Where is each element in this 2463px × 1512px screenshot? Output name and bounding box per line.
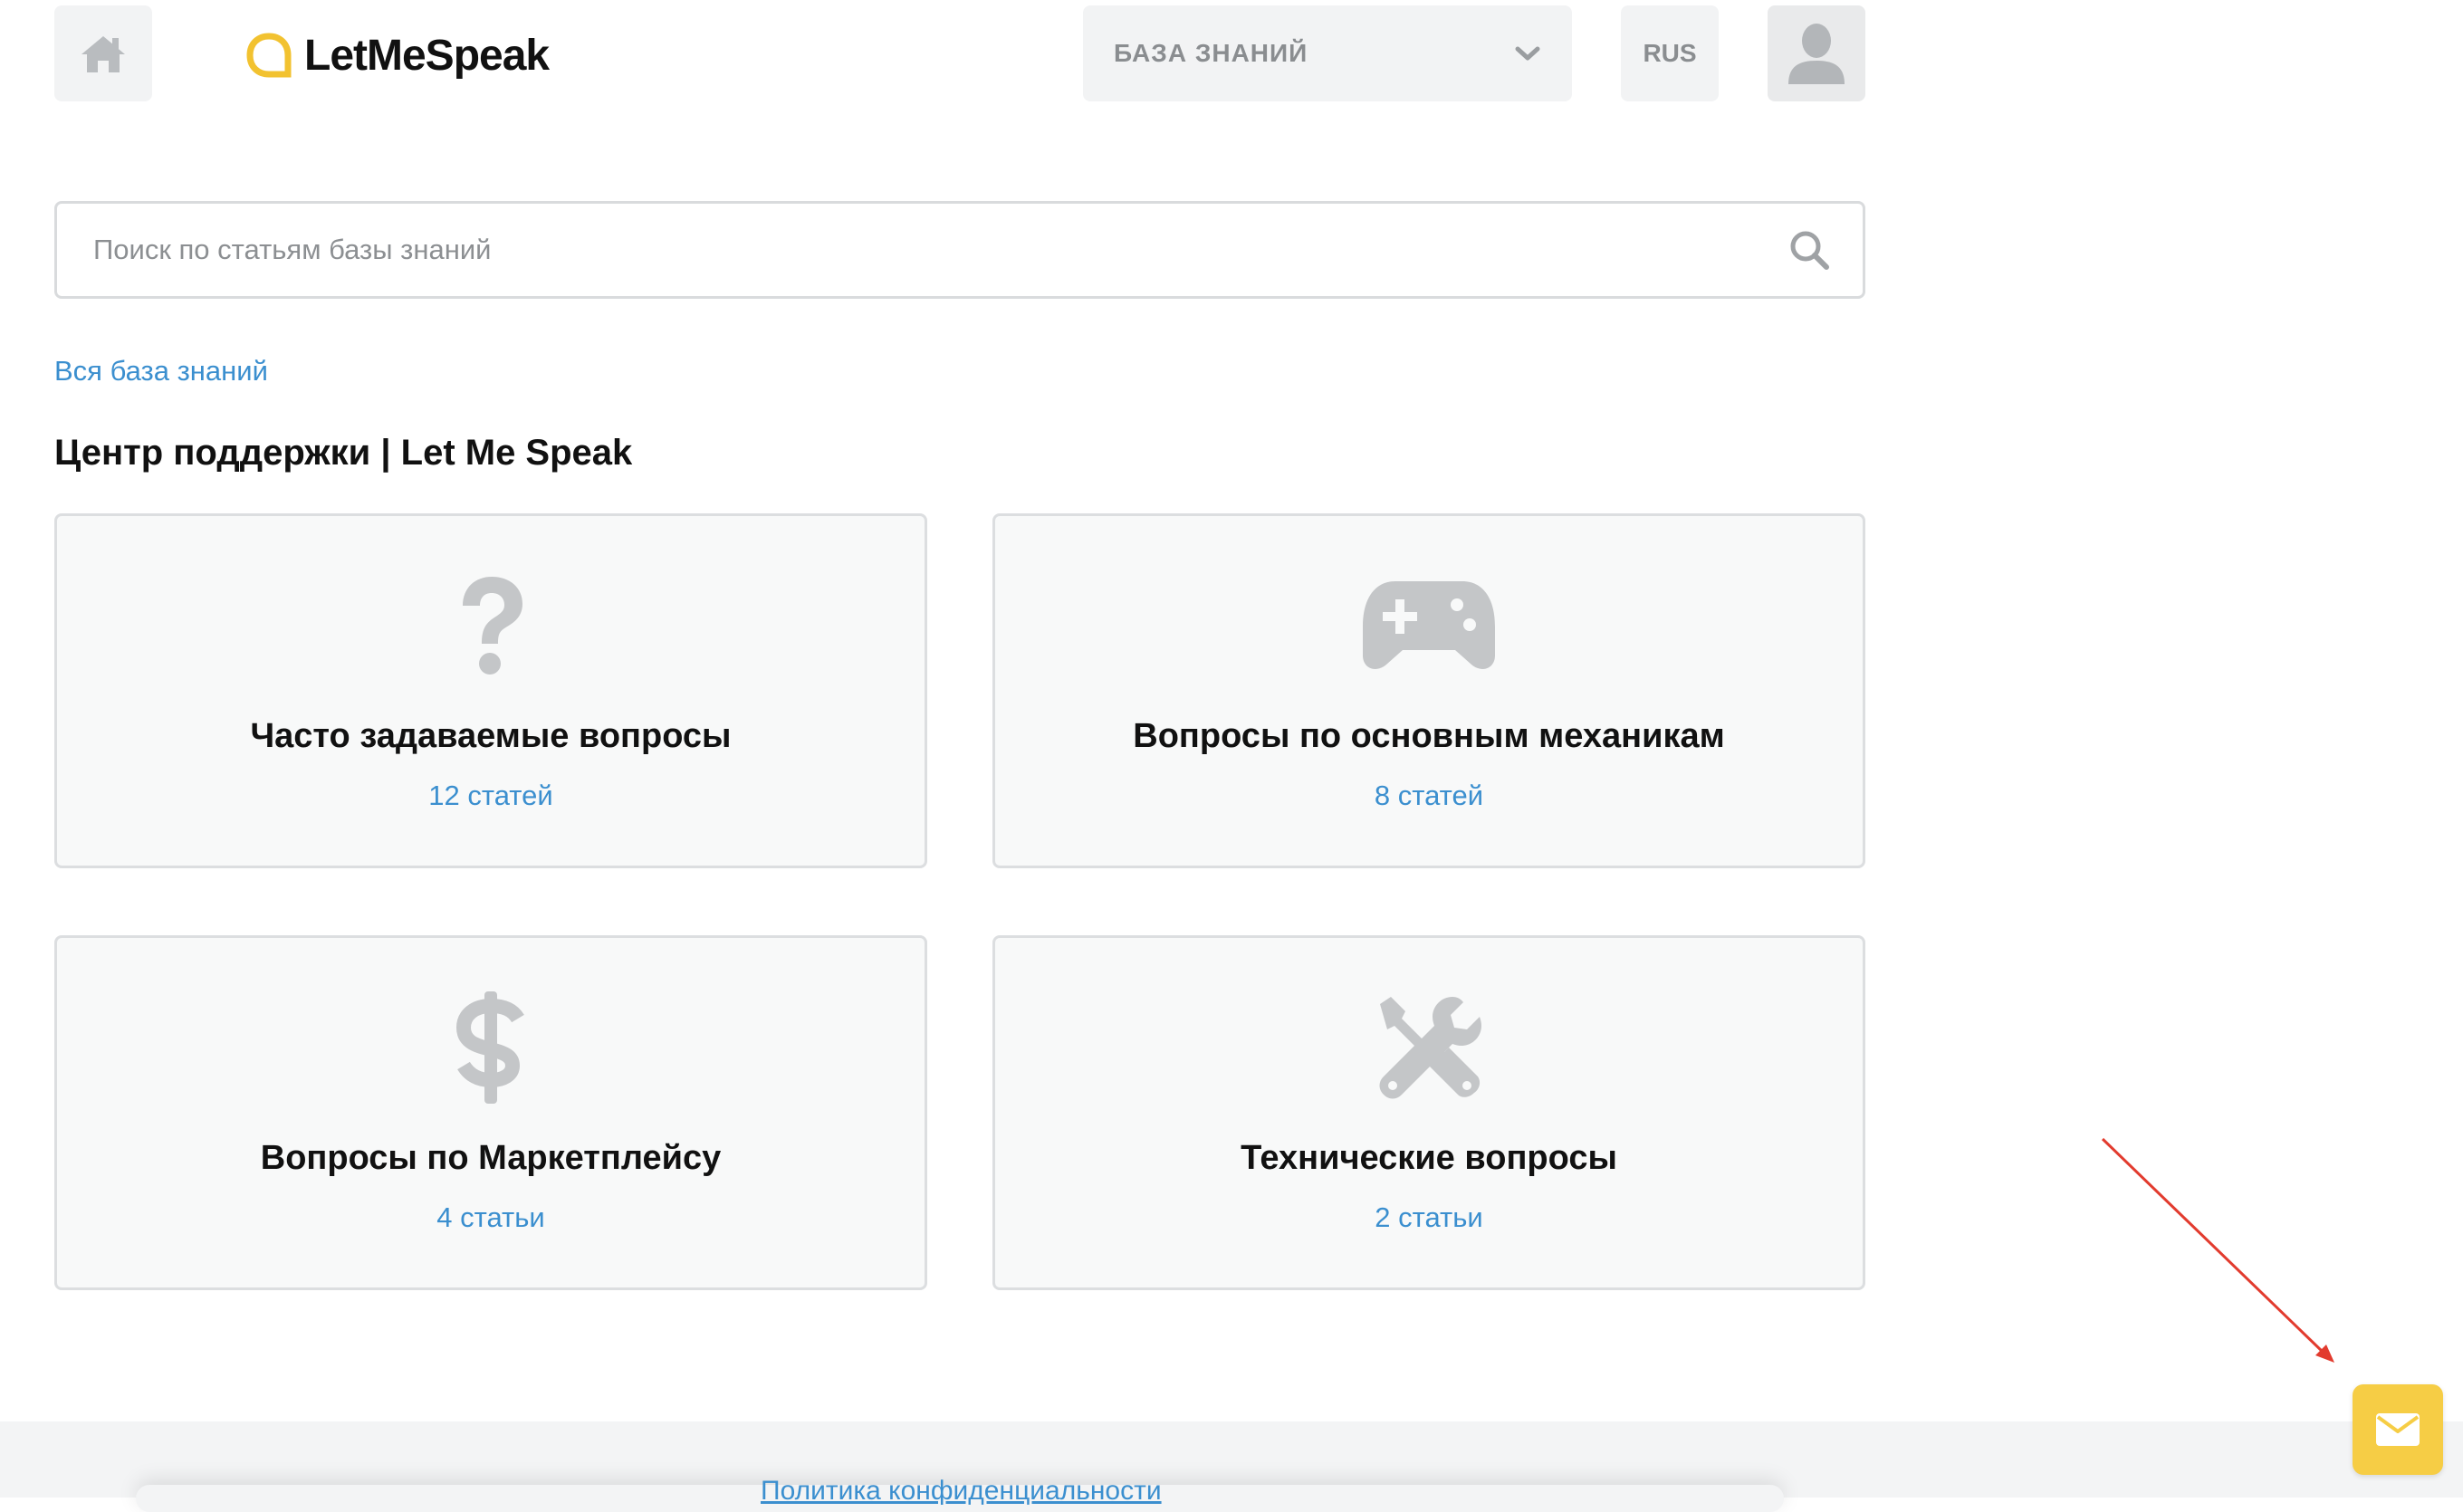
category-article-count[interactable]: 12 статей [428,780,552,812]
envelope-icon [2376,1413,2420,1446]
category-title: Часто задаваемые вопросы [250,717,732,755]
category-article-count[interactable]: 4 статьи [436,1201,544,1234]
gamepad-icon [1361,569,1497,683]
category-card-core-mechanics[interactable]: Вопросы по основным механикам 8 статей [992,513,1865,868]
speech-bubble-logo-icon [246,33,292,78]
category-title: Технические вопросы [1241,1139,1617,1177]
question-icon [450,569,532,683]
category-article-count[interactable]: 8 статей [1375,780,1483,812]
category-card-faq[interactable]: Часто задаваемые вопросы 12 статей [54,513,927,868]
language-button[interactable]: RUS [1621,5,1719,101]
page-title: Центр поддержки | Let Me Speak [54,433,633,473]
category-title: Вопросы по основным механикам [1133,717,1725,755]
home-icon [81,36,125,72]
category-card-technical[interactable]: Технические вопросы 2 статьи [992,935,1865,1290]
language-label: RUS [1643,39,1697,67]
tools-icon [1375,990,1483,1105]
knowledge-base-select[interactable]: БАЗА ЗНАНИЙ [1083,5,1572,101]
footer-privacy-link[interactable]: Политика конфиденциальности [761,1476,1162,1507]
logo[interactable]: LetMeSpeak [243,25,550,85]
search-box[interactable] [54,201,1865,299]
knowledge-base-select-label: БАЗА ЗНАНИЙ [1114,39,1308,67]
breadcrumb-all-knowledge-base[interactable]: Вся база знаний [54,355,268,388]
dollar-icon [455,990,527,1105]
category-card-marketplace[interactable]: Вопросы по Маркетплейсу 4 статьи [54,935,927,1290]
user-icon [1788,24,1845,84]
category-title: Вопросы по Маркетплейсу [260,1139,722,1177]
contact-support-button[interactable] [2353,1384,2443,1475]
logo-text: LetMeSpeak [304,31,550,80]
search-input[interactable] [91,233,1788,267]
category-article-count[interactable]: 2 статьи [1375,1201,1482,1234]
home-button[interactable] [54,5,152,101]
user-avatar-button[interactable] [1768,5,1865,101]
search-icon[interactable] [1788,229,1830,271]
chevron-down-icon [1515,46,1540,61]
